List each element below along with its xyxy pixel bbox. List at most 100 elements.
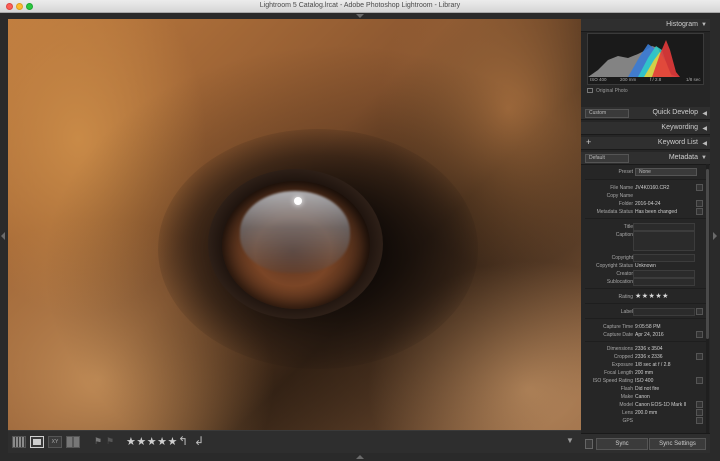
metadata-value[interactable]: JV4K0160.CR2 xyxy=(635,185,669,191)
original-photo-checkbox[interactable] xyxy=(587,88,593,93)
metadata-value: 2336 x 2336 xyxy=(635,354,663,360)
metadata-row-focal-length: Focal Length 200 mm xyxy=(585,369,706,377)
metadata-action-button[interactable] xyxy=(696,200,703,207)
metadata-label: Copy Name xyxy=(606,193,633,199)
metadata-label: Exposure xyxy=(611,362,633,368)
toggle-top-panel-icon[interactable] xyxy=(356,14,364,18)
metadata-preset-select[interactable]: None xyxy=(635,168,697,176)
copyright-status-select[interactable]: Unknown xyxy=(635,263,656,269)
metadata-row-file-name: File Name JV4K0160.CR2 xyxy=(585,184,706,192)
caption-field[interactable] xyxy=(633,231,695,251)
sync-settings-button[interactable]: Sync Settings xyxy=(649,438,706,450)
add-keyword-icon[interactable]: + xyxy=(586,137,591,147)
rotate-left-icon[interactable]: ↰ xyxy=(178,434,188,448)
metadata-row-dimensions: Dimensions 2336 x 3504 xyxy=(585,345,706,353)
metadata-divider xyxy=(585,303,706,304)
metadata-row-capture-date: Capture Date Apr 24, 2016 xyxy=(585,331,706,339)
metadata-row-label: Label xyxy=(585,308,706,316)
expand-triangle-icon: ◀ xyxy=(702,141,707,147)
copyright-field[interactable] xyxy=(633,254,695,262)
metadata-row-caption: Caption xyxy=(585,231,706,251)
collapse-triangle-icon: ▼ xyxy=(701,22,707,28)
keyword-list-header[interactable]: + Keyword List ◀ xyxy=(581,137,710,150)
quick-develop-title: Quick Develop xyxy=(652,109,698,116)
toggle-filmstrip-icon[interactable] xyxy=(356,455,364,459)
compare-view-icon[interactable]: XY xyxy=(48,436,62,448)
sync-bar: Sync Sync Settings xyxy=(581,433,710,453)
metadata-header[interactable]: Default Metadata ▼ xyxy=(581,152,710,165)
auto-sync-switch[interactable] xyxy=(585,439,593,449)
metadata-label: Focal Length xyxy=(604,370,633,376)
metadata-row-creator: Creator xyxy=(585,270,706,278)
metadata-set-select[interactable]: Default xyxy=(585,154,629,163)
metadata-value: Canon EOS-1D Mark II xyxy=(635,402,687,408)
metadata-title: Metadata xyxy=(668,154,698,161)
metadata-value: Has been changed xyxy=(635,209,677,215)
toggle-left-panel-icon[interactable] xyxy=(1,232,5,240)
metadata-row-status: Metadata Status Has been changed xyxy=(585,208,706,216)
loupe-photo[interactable] xyxy=(8,19,581,430)
metadata-action-button[interactable] xyxy=(696,308,703,315)
loupe-view-icon[interactable] xyxy=(30,436,44,448)
metadata-label: Cropped xyxy=(613,354,633,360)
metadata-label: Capture Time xyxy=(602,324,633,330)
metadata-action-button[interactable] xyxy=(696,401,703,408)
collapse-triangle-icon: ▼ xyxy=(701,155,707,161)
metadata-row-copyright-status: Copyright Status Unknown xyxy=(585,262,706,270)
library-toolbar: XY ⚑ ⚑ ★★★★★ ↰ ↲ ▼ xyxy=(8,430,581,453)
scrollbar-thumb[interactable] xyxy=(706,169,709,339)
toggle-right-panel-icon[interactable] xyxy=(713,232,717,240)
metadata-label: Label xyxy=(620,309,633,315)
creator-field[interactable] xyxy=(633,270,695,278)
metadata-row-iso: ISO Speed Rating ISO 400 xyxy=(585,377,706,385)
metadata-divider xyxy=(585,179,706,180)
metadata-row-folder: Folder 2016-04-24 xyxy=(585,200,706,208)
metadata-action-button[interactable] xyxy=(696,377,703,384)
metadata-label: Lens xyxy=(622,410,633,416)
metadata-value: 200 mm xyxy=(635,370,654,376)
metadata-action-button[interactable] xyxy=(696,417,703,424)
quick-develop-header[interactable]: Custom Quick Develop ◀ xyxy=(581,107,710,120)
sync-metadata-button[interactable]: Sync xyxy=(596,438,648,450)
title-field[interactable] xyxy=(633,223,695,231)
metadata-label: Make xyxy=(620,394,633,400)
metadata-label: Sublocation xyxy=(606,279,633,285)
histogram-header[interactable]: Histogram ▼ xyxy=(581,19,710,32)
label-field[interactable] xyxy=(633,308,695,316)
metadata-label: Title xyxy=(623,224,633,230)
metadata-label: Flash xyxy=(620,386,633,392)
grid-view-icon[interactable] xyxy=(12,436,26,448)
flag-pick-icon[interactable]: ⚑ xyxy=(94,436,102,447)
metadata-action-button[interactable] xyxy=(696,208,703,215)
expand-triangle-icon: ◀ xyxy=(702,126,707,132)
metadata-value: 1/8 sec at f / 2.8 xyxy=(635,362,671,368)
metadata-label: Dimensions xyxy=(606,346,633,352)
metadata-label: Model xyxy=(619,402,633,408)
metadata-action-button[interactable] xyxy=(696,331,703,338)
histogram-title: Histogram xyxy=(666,21,698,28)
histogram-graph[interactable]: ISO 400 200 mm f / 2.8 1/8 sec xyxy=(587,33,704,85)
metadata-label: Copyright Status xyxy=(596,263,633,269)
metadata-row-sublocation: Sublocation xyxy=(585,278,706,286)
rating-stars[interactable]: ★★★★★ xyxy=(126,435,178,448)
survey-view-icon[interactable] xyxy=(66,436,80,448)
metadata-row-title: Title xyxy=(585,223,706,231)
window-title: Lightroom 5 Catalog.lrcat - Adobe Photos… xyxy=(259,2,461,9)
sublocation-field[interactable] xyxy=(633,278,695,286)
metadata-value: Apr 24, 2016 xyxy=(635,332,664,338)
metadata-divider xyxy=(585,288,706,289)
metadata-divider xyxy=(585,318,706,319)
metadata-row-make: Make Canon xyxy=(585,393,706,401)
metadata-action-button[interactable] xyxy=(696,409,703,416)
toolbar-options-dropdown[interactable]: ▼ xyxy=(566,436,574,445)
title-bar: Lightroom 5 Catalog.lrcat - Adobe Photos… xyxy=(0,0,720,13)
panel-scrollbar[interactable] xyxy=(706,164,709,434)
keywording-header[interactable]: Keywording ◀ xyxy=(581,122,710,135)
quick-develop-preset-select[interactable]: Custom xyxy=(585,109,629,118)
rotate-right-icon[interactable]: ↲ xyxy=(194,434,204,448)
metadata-action-button[interactable] xyxy=(696,353,703,360)
metadata-row-gps: GPS xyxy=(585,417,706,425)
metadata-rating-stars[interactable]: ★★★★★ xyxy=(635,292,669,300)
metadata-action-button[interactable] xyxy=(696,184,703,191)
flag-reject-icon[interactable]: ⚑ xyxy=(106,436,114,447)
